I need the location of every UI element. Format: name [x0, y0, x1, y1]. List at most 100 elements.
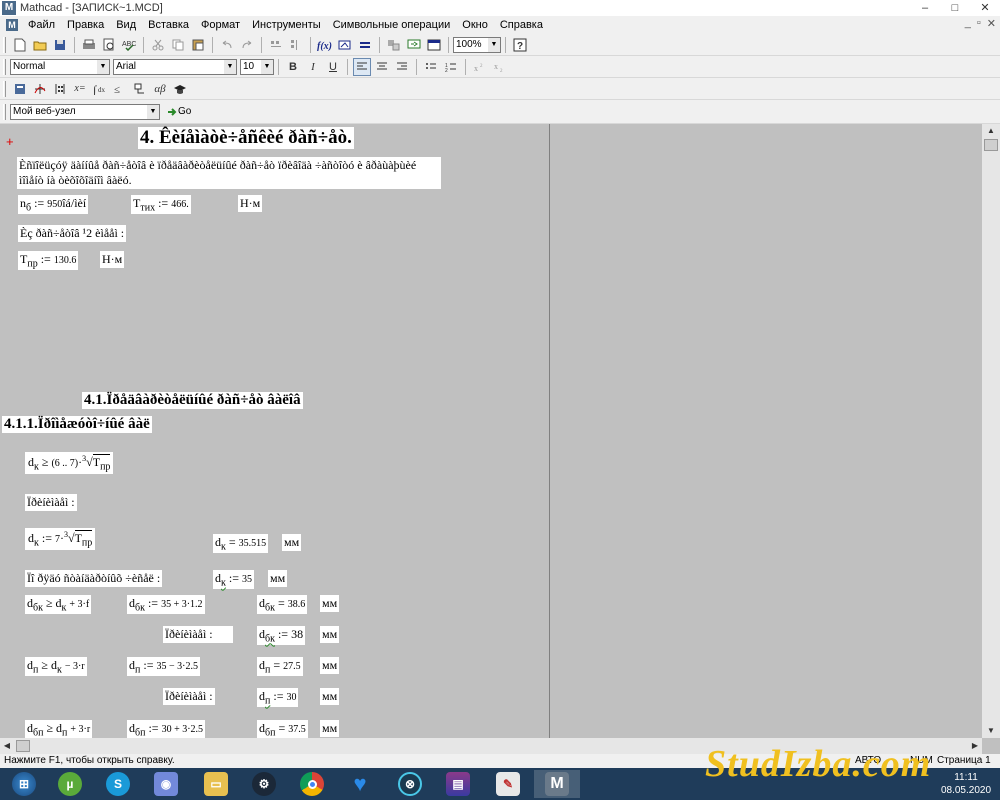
- from-calc-text[interactable]: Èç ðàñ÷åòîâ ¹2 èìååì :: [18, 225, 127, 242]
- taskbar-heart-app[interactable]: ♥: [340, 770, 380, 798]
- dbp-result-unit[interactable]: мм: [320, 720, 340, 737]
- dp-definition[interactable]: dп := 35 − 3·2.5: [127, 657, 200, 677]
- print-preview-icon[interactable]: [100, 36, 118, 54]
- taskbar-app-circle[interactable]: ⊗: [390, 770, 430, 798]
- dbk-inequality[interactable]: dбк ≥ dк + 3·f: [25, 595, 92, 615]
- dk-result-unit[interactable]: мм: [282, 534, 302, 551]
- zoom-select[interactable]: 100% ▼: [453, 36, 501, 53]
- nb-definition[interactable]: nб := 950îá/ìèí: [18, 195, 89, 215]
- ttih-unit[interactable]: Н·м: [238, 195, 263, 212]
- open-folder-icon[interactable]: [31, 36, 49, 54]
- spell-check-icon[interactable]: ABC: [120, 36, 138, 54]
- dbk-result[interactable]: dбк = 38.6: [257, 595, 308, 615]
- dbk-definition[interactable]: dбк := 35 + 3·1.2: [127, 595, 205, 615]
- doc-close-button[interactable]: ✕: [987, 17, 996, 30]
- print-icon[interactable]: [80, 36, 98, 54]
- insert-function-icon[interactable]: f(x): [316, 36, 334, 54]
- calculator-icon[interactable]: [11, 80, 29, 98]
- scroll-right-arrow-icon[interactable]: ▶: [968, 738, 982, 754]
- accept-label-3[interactable]: Ïðèíèìàåì :: [163, 688, 215, 705]
- italic-button[interactable]: I: [304, 58, 322, 76]
- calculus-icon[interactable]: ∫ dx: [91, 80, 109, 98]
- menu-help[interactable]: Справка: [494, 19, 549, 31]
- intro-text[interactable]: Èñïîëüçóÿ äàííûå ðàñ÷åòîâ è ïðåäâàðèòåëü…: [17, 157, 441, 189]
- dk-definition[interactable]: dк := 7·3√Tпр: [25, 528, 96, 551]
- taskbar-utorrent[interactable]: µ: [50, 770, 90, 798]
- section-title[interactable]: 4. Êèíåìàòè÷åñêèé ðàñ÷åò.: [138, 127, 354, 149]
- help-question-icon[interactable]: ?: [511, 36, 529, 54]
- standard-row-label[interactable]: Ïî ðÿäó ñòàíäàðòíûõ ÷èñåë :: [25, 570, 163, 587]
- vertical-scrollbar[interactable]: ▲ ▼: [982, 124, 1000, 738]
- matrix-icon[interactable]: [51, 80, 69, 98]
- dk-inequality[interactable]: dк ≥ (6 .. 7)·3√Tпр: [25, 452, 114, 475]
- minimize-button[interactable]: –: [910, 0, 940, 16]
- subsubsection-title[interactable]: 4.1.1.Ïðîìåæóòî÷íûé âàë: [2, 416, 152, 433]
- toolbar-grip[interactable]: [3, 103, 6, 120]
- menu-format[interactable]: Формат: [195, 19, 246, 31]
- dk-result[interactable]: dк = 35.515: [213, 534, 269, 554]
- taskbar-clock[interactable]: 11:11 08.05.2020: [936, 771, 996, 797]
- align-horizontal-icon[interactable]: [267, 36, 285, 54]
- underline-button[interactable]: U: [324, 58, 342, 76]
- dp-standard-unit[interactable]: мм: [320, 688, 340, 705]
- redo-icon[interactable]: [238, 36, 256, 54]
- dp-result-unit[interactable]: мм: [320, 657, 340, 674]
- programming-icon[interactable]: [131, 80, 149, 98]
- worksheet[interactable]: + 4. Êèíåìàòè÷åñêèé ðàñ÷åò. Èñïîëüçóÿ äà…: [0, 124, 982, 738]
- taskbar-paint[interactable]: ✎: [488, 770, 528, 798]
- dp-inequality[interactable]: dп ≥ dк − 3·r: [25, 657, 87, 677]
- doc-minimize-button[interactable]: _: [965, 17, 971, 30]
- font-size-select[interactable]: 10 ▼: [240, 58, 274, 75]
- tpr-unit[interactable]: Н·м: [100, 251, 125, 268]
- dbp-result[interactable]: dбп = 37.5: [257, 720, 308, 738]
- subsection-title[interactable]: 4.1.Ïðåäâàðèòåëüíûé ðàñ÷åò âàëîâ: [82, 392, 303, 409]
- font-select[interactable]: Arial ▼: [113, 58, 237, 75]
- dbk-result-unit[interactable]: мм: [320, 595, 340, 612]
- close-button[interactable]: ✕: [970, 0, 1000, 16]
- maximize-button[interactable]: □: [940, 0, 970, 16]
- cut-icon[interactable]: [149, 36, 167, 54]
- dk-standard[interactable]: dк := 35: [213, 570, 254, 590]
- vertical-scroll-thumb[interactable]: [984, 139, 998, 151]
- align-center-icon[interactable]: [373, 58, 391, 76]
- menu-window[interactable]: Окно: [456, 19, 494, 31]
- accept-label-2[interactable]: Ïðèíèìàåì :: [163, 626, 233, 643]
- web-address-select[interactable]: Мой веб-узел ▼: [10, 103, 160, 120]
- dp-result[interactable]: dп = 27.5: [257, 657, 303, 677]
- insert-component-icon[interactable]: [385, 36, 403, 54]
- bullet-list-icon[interactable]: [422, 58, 440, 76]
- numbered-list-icon[interactable]: 12: [442, 58, 460, 76]
- taskbar-skype[interactable]: S: [98, 770, 138, 798]
- new-document-icon[interactable]: [11, 36, 29, 54]
- subscript-icon[interactable]: x2: [491, 58, 509, 76]
- taskbar-winrar[interactable]: ▤: [438, 770, 478, 798]
- taskbar-discord[interactable]: ◉: [146, 770, 186, 798]
- dp-standard[interactable]: dп := 30: [257, 688, 299, 708]
- tpr-definition[interactable]: Tпр := 130.6: [18, 251, 79, 271]
- menu-edit[interactable]: Правка: [61, 19, 110, 31]
- copy-icon[interactable]: [169, 36, 187, 54]
- toolbar-grip[interactable]: [3, 58, 6, 75]
- greek-icon[interactable]: αβ: [151, 80, 169, 98]
- scroll-left-arrow-icon[interactable]: ◀: [0, 738, 14, 754]
- style-select[interactable]: Normal ▼: [10, 58, 110, 75]
- start-button[interactable]: ⊞: [4, 770, 44, 798]
- dbp-definition[interactable]: dбп := 30 + 3·2.5: [127, 720, 206, 738]
- taskbar-steam[interactable]: ⚙: [244, 770, 284, 798]
- menu-file[interactable]: Файл: [22, 19, 61, 31]
- document-icon[interactable]: M: [6, 19, 18, 31]
- window-frame-icon[interactable]: [425, 36, 443, 54]
- evaluation-icon[interactable]: x=: [71, 80, 89, 98]
- menu-tools[interactable]: Инструменты: [246, 19, 327, 31]
- toolbar-grip[interactable]: [3, 36, 6, 53]
- dbp-inequality[interactable]: dбп ≥ dп + 3·r: [25, 720, 93, 738]
- align-left-icon[interactable]: [353, 57, 371, 76]
- bold-button[interactable]: B: [284, 58, 302, 76]
- toolbar-grip[interactable]: [3, 80, 6, 97]
- save-disk-icon[interactable]: [51, 36, 69, 54]
- ttih-definition[interactable]: Tтих := 466.: [131, 195, 191, 215]
- graph-icon[interactable]: [31, 80, 49, 98]
- horizontal-scroll-thumb[interactable]: [16, 740, 30, 752]
- taskbar-mathcad[interactable]: M: [534, 770, 580, 798]
- menu-insert[interactable]: Вставка: [142, 19, 195, 31]
